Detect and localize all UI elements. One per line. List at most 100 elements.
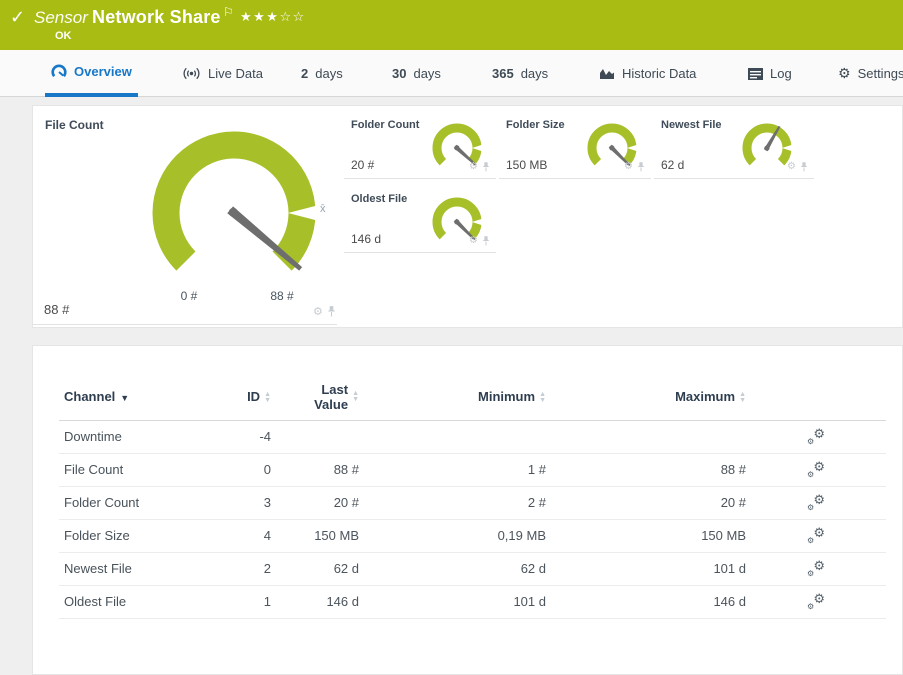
gear-icon[interactable]: ⚙ — [624, 161, 633, 172]
tile-actions: ⚙ — [787, 161, 808, 172]
column-header-minimum[interactable]: Minimum▲▼ — [359, 374, 546, 420]
gauge-min-label: 0 # — [164, 289, 214, 303]
priority-stars[interactable]: ★★★☆☆ — [240, 9, 306, 25]
channel-name[interactable]: Downtime — [59, 420, 209, 453]
gear-icon[interactable]: ⚙ — [787, 161, 796, 172]
newest-file-title: Newest File — [661, 119, 722, 131]
table-row: Folder Count 3 20 # 2 # 20 # ⚙⚙ — [59, 486, 886, 519]
channel-settings-icon[interactable]: ⚙⚙ — [807, 494, 825, 509]
channel-last-value: 146 d — [271, 585, 359, 618]
gauge-max-label: 88 # — [257, 289, 307, 303]
tab-365-days-label: days — [521, 66, 548, 81]
tab-settings-label: Settings — [858, 66, 903, 81]
column-header-channel[interactable]: Channel ▼ — [59, 374, 209, 420]
gear-icon[interactable]: ⚙ — [313, 305, 323, 318]
pin-icon[interactable] — [637, 162, 645, 172]
channel-settings-icon[interactable]: ⚙⚙ — [807, 428, 825, 443]
channel-header-label: Channel — [64, 389, 115, 404]
tab-settings[interactable]: ⚙ Settings — [832, 50, 903, 97]
channel-settings-icon[interactable]: ⚙⚙ — [807, 560, 825, 575]
channel-maximum: 150 MB — [546, 519, 746, 552]
tab-historic-data[interactable]: Historic Data — [593, 50, 702, 97]
channel-minimum: 101 d — [359, 585, 546, 618]
channel-last-value: 150 MB — [271, 519, 359, 552]
tab-historic-data-label: Historic Data — [622, 66, 696, 81]
channel-minimum: 2 # — [359, 486, 546, 519]
column-header-last-value[interactable]: Last Value▲▼ — [271, 374, 359, 420]
status-check-icon: ✓ — [10, 7, 25, 28]
file-count-gauge — [149, 126, 329, 301]
stars-empty: ☆☆ — [279, 9, 305, 24]
historic-chart-icon — [599, 67, 615, 80]
last-value-header-label: Last Value — [302, 382, 348, 412]
log-list-icon — [748, 68, 763, 80]
tab-2-days[interactable]: 2 days — [295, 50, 349, 97]
folder-count-title: Folder Count — [351, 119, 419, 131]
sensor-type-label: Sensor — [34, 8, 88, 28]
column-header-id[interactable]: ID▲▼ — [209, 374, 271, 420]
table-row: File Count 0 88 # 1 # 88 # ⚙⚙ — [59, 453, 886, 486]
channel-settings-icon[interactable]: ⚙⚙ — [807, 461, 825, 476]
column-header-maximum[interactable]: Maximum ▲▼ — [546, 374, 746, 420]
tab-365-days[interactable]: 365 days — [486, 50, 554, 97]
channel-name[interactable]: Folder Size — [59, 519, 209, 552]
channel-id: 3 — [209, 486, 271, 519]
channels-panel: Channel▼ ID▲▼ Last Value▲▼ Minimum▲▼ Max… — [32, 345, 903, 675]
channel-name[interactable]: Folder Count — [59, 486, 209, 519]
live-data-icon — [182, 67, 201, 80]
pin-icon[interactable] — [482, 236, 490, 246]
channel-maximum: 101 d — [546, 552, 746, 585]
channel-last-value: 62 d — [271, 552, 359, 585]
file-count-value: 88 # — [44, 302, 69, 317]
folder-size-title: Folder Size — [506, 119, 565, 131]
sort-icon: ▲▼ — [739, 392, 746, 404]
channel-name[interactable]: Oldest File — [59, 585, 209, 618]
channel-settings-icon[interactable]: ⚙⚙ — [807, 527, 825, 542]
gear-icon[interactable]: ⚙ — [469, 235, 478, 246]
tab-overview-label: Overview — [74, 64, 132, 79]
channel-settings-icon[interactable]: ⚙⚙ — [807, 593, 825, 608]
channels-table: Channel▼ ID▲▼ Last Value▲▼ Minimum▲▼ Max… — [59, 374, 886, 619]
tile-actions: ⚙ — [469, 235, 490, 246]
flag-icon[interactable]: ⚐ — [223, 5, 234, 19]
column-header-actions — [746, 374, 886, 420]
sensor-header-banner: ✓ Sensor Network Share ⚐ ★★★☆☆ OK — [0, 0, 903, 50]
tab-live-data[interactable]: Live Data — [176, 50, 269, 97]
table-row: Folder Size 4 150 MB 0,19 MB 150 MB ⚙⚙ — [59, 519, 886, 552]
channel-id: 1 — [209, 585, 271, 618]
channel-last-value — [271, 420, 359, 453]
status-badge: OK — [55, 30, 72, 42]
tab-overview[interactable]: Overview — [45, 50, 138, 97]
channel-name[interactable]: File Count — [59, 453, 209, 486]
average-marker-label: x̄ — [320, 203, 326, 215]
tile-actions: ⚙ — [313, 305, 336, 318]
tab-log[interactable]: Log — [742, 50, 798, 97]
tile-actions: ⚙ — [469, 161, 490, 172]
channel-id: 2 — [209, 552, 271, 585]
oldest-file-value: 146 d — [351, 232, 381, 246]
pin-icon[interactable] — [800, 162, 808, 172]
pin-icon[interactable] — [327, 306, 336, 317]
gauges-panel: File Count x̄ 0 # 88 # 88 # ⚙ Folder Cou… — [32, 105, 903, 328]
oldest-file-tile: Oldest File 146 d ⚙ — [344, 185, 496, 253]
tab-30-days-number: 30 — [392, 66, 406, 81]
table-row: Downtime -4 ⚙⚙ — [59, 420, 886, 453]
channel-name[interactable]: Newest File — [59, 552, 209, 585]
pin-icon[interactable] — [482, 162, 490, 172]
sort-icon: ▲▼ — [264, 392, 271, 404]
tab-2-days-number: 2 — [301, 66, 308, 81]
channel-last-value: 88 # — [271, 453, 359, 486]
tab-30-days[interactable]: 30 days — [386, 50, 447, 97]
minimum-header-label: Minimum — [478, 389, 535, 404]
tab-bar: Overview Live Data 2 days 30 days 365 da… — [0, 50, 903, 97]
oldest-file-title: Oldest File — [351, 193, 407, 205]
folder-count-value: 20 # — [351, 158, 374, 172]
sort-descending-icon: ▼ — [120, 393, 129, 403]
tile-divider — [33, 324, 337, 325]
stars-filled: ★★★ — [240, 9, 279, 24]
maximum-header-label: Maximum — [675, 389, 735, 404]
gear-icon[interactable]: ⚙ — [469, 161, 478, 172]
channel-maximum: 146 d — [546, 585, 746, 618]
tab-log-label: Log — [770, 66, 792, 81]
file-count-title: File Count — [45, 118, 104, 132]
